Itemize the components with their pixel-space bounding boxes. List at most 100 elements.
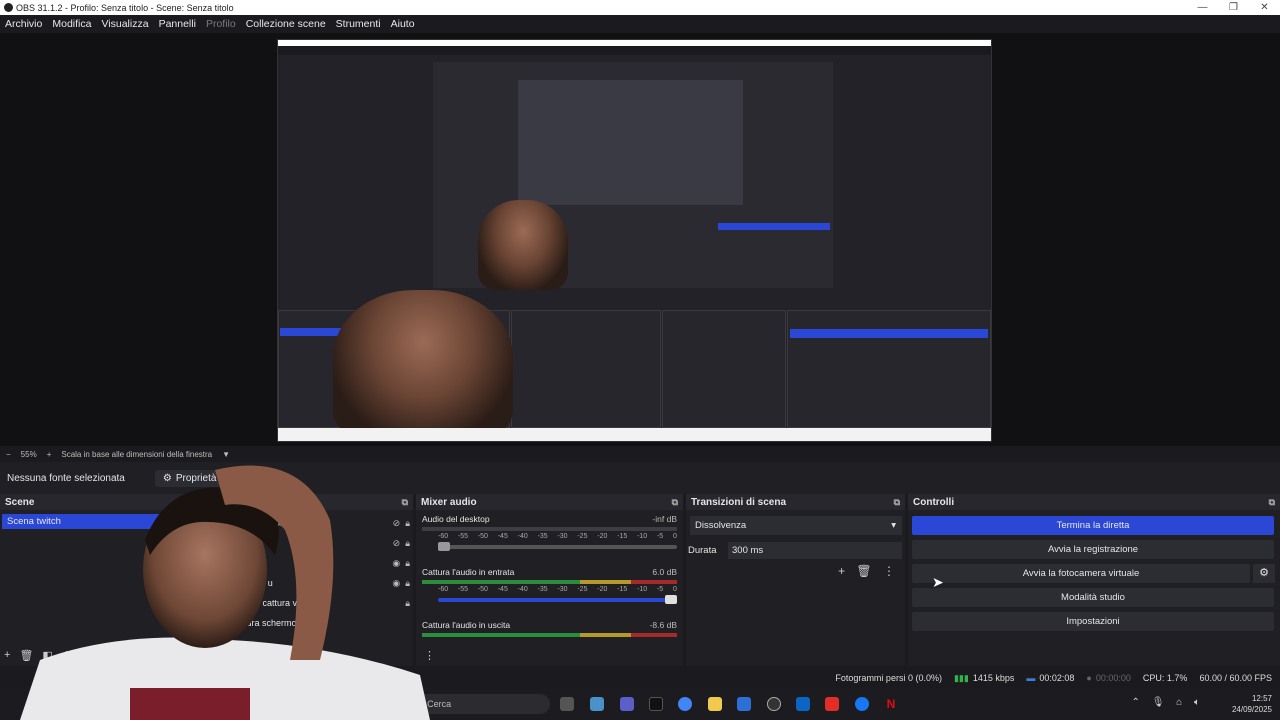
add-scene-icon[interactable]: + [4, 649, 10, 662]
lock-icon[interactable]: 🔒︎ [405, 558, 410, 568]
preview-nested-blue [718, 223, 830, 230]
search-placeholder: Cerca [427, 699, 452, 709]
tiktok-icon[interactable] [649, 697, 663, 711]
popout-icon[interactable]: ⧉ [1269, 497, 1275, 508]
task-view-icon[interactable] [560, 697, 574, 711]
network-icon[interactable]: ⌂ [1176, 697, 1182, 708]
popout-icon[interactable]: ⧉ [672, 497, 678, 508]
controls-dock-title: Controlli ⧉ [908, 494, 1280, 510]
transitions-dock-title: Transizioni di scena ⧉ [686, 494, 905, 510]
menu-aiuto[interactable]: Aiuto [391, 18, 415, 30]
obs-logo-icon [4, 3, 13, 12]
menu-profilo[interactable]: Profilo [206, 18, 236, 30]
start-virtual-camera-button[interactable]: Avvia la fotocamera virtuale [912, 564, 1250, 583]
minimize-button[interactable]: — [1187, 0, 1218, 15]
hidden-eye-icon[interactable]: ⊘ [393, 538, 401, 548]
eye-icon[interactable]: ◉ [392, 578, 400, 588]
source-row[interactable]: l'audio in u ◉ 🔒︎ [230, 574, 410, 592]
zoom-mode[interactable]: Scala in base alle dimensioni della fine… [61, 450, 212, 459]
lock-icon[interactable]: 🔒︎ [405, 538, 410, 548]
source-row[interactable]: onsorizzazione ⊘ 🔒︎ [230, 514, 410, 532]
start-recording-button[interactable]: Avvia la registrazione [912, 540, 1274, 559]
source-settings-icon[interactable]: ⚙ [245, 649, 255, 662]
stop-stream-button[interactable]: Termina la diretta [912, 516, 1274, 535]
channel-db: -8.6 dB [649, 620, 677, 630]
obs-taskbar-icon[interactable] [767, 697, 781, 711]
channel-name: Cattura l'audio in entrata [422, 567, 515, 577]
source-label: onsorizzazione [230, 518, 291, 528]
source-up-icon[interactable]: ⌃ [264, 649, 273, 662]
widgets-icon[interactable] [590, 697, 604, 711]
zoom-bar: − 55% + Scala in base alle dimensioni de… [0, 446, 1280, 462]
lock-icon[interactable]: 🔒︎ [405, 578, 410, 588]
taskbar-search[interactable]: ⌕ Cerca [408, 694, 550, 714]
source-row[interactable]: l'audio i ◉ 🔒︎ [230, 554, 410, 572]
source-row[interactable]: sitivo di cattura v 🔒︎ [230, 594, 410, 612]
youtube-icon[interactable] [825, 697, 839, 711]
teams-icon[interactable] [620, 697, 634, 711]
scene-item[interactable]: Scena twitch [2, 514, 172, 529]
stream-preview[interactable] [277, 39, 992, 442]
settings-button[interactable]: Impostazioni [912, 612, 1274, 631]
taskbar-clock[interactable]: 12:57 24/09/2025 [1232, 693, 1272, 715]
meter-ticks: -60 -55 -50 -45 -40 -35 -30 -25 -20 -15 -10 -5 0 [438, 533, 677, 540]
audio-meter [422, 580, 677, 584]
volume-icon[interactable]: 🔈︎ [1194, 697, 1200, 708]
menu-modifica[interactable]: Modifica [52, 18, 91, 30]
netflix-icon[interactable]: N [884, 697, 898, 711]
volume-knob[interactable] [665, 595, 677, 604]
transition-select[interactable]: Dissolvenza ▾ [690, 516, 902, 535]
filter-icon[interactable]: ◧ [42, 649, 52, 662]
volume-knob[interactable] [438, 542, 450, 551]
outlook-icon[interactable] [796, 697, 810, 711]
preview-ctrl-blue [790, 329, 988, 338]
mixer-toolbar: ⋮ [424, 649, 444, 662]
lock-icon[interactable]: 🔒︎ [405, 518, 410, 528]
menu-collezione-scene[interactable]: Collezione scene [246, 18, 326, 30]
hidden-eye-icon[interactable]: ⊘ [393, 518, 401, 528]
volume-slider[interactable] [438, 542, 677, 551]
studio-mode-button[interactable]: Modalità studio [912, 588, 1274, 607]
preview-nested-window-2 [518, 80, 743, 205]
remove-scene-icon[interactable]: 🗑︎ [19, 649, 33, 662]
zoom-minus-icon[interactable]: − [6, 450, 11, 459]
menu-pannelli[interactable]: Pannelli [159, 18, 196, 30]
scenes-title: Scene [5, 496, 35, 508]
preview-taskbar [278, 428, 991, 441]
source-row[interactable]: Cattura schermo [230, 614, 410, 632]
source-row[interactable]: o 2 ⊘ 🔒︎ [230, 534, 410, 552]
store-icon[interactable] [737, 697, 751, 711]
lock-icon[interactable]: 🔒︎ [405, 598, 410, 608]
popout-icon[interactable]: ⧉ [402, 497, 408, 508]
properties-button[interactable]: ⚙ Proprietà [154, 469, 225, 487]
transition-menu-icon[interactable]: ⋮ [883, 564, 895, 578]
file-explorer-icon[interactable] [708, 697, 722, 711]
virtual-camera-settings-icon[interactable]: ⚙ [1253, 564, 1275, 583]
maximize-button[interactable]: ❐ [1218, 0, 1249, 15]
close-button[interactable]: ✕ [1249, 0, 1280, 15]
menu-visualizza[interactable]: Visualizza [101, 18, 148, 30]
eye-icon[interactable]: ◉ [392, 558, 400, 568]
mixer-dock-title: Mixer audio ⧉ [416, 494, 683, 510]
microphone-icon[interactable]: 🎙︎ [1152, 697, 1165, 708]
chrome-icon[interactable] [678, 697, 692, 711]
status-bar: Fotogrammi persi 0 (0.0%) ▮▮▮ 1415 kbps … [0, 668, 1280, 688]
facebook-icon[interactable] [855, 697, 869, 711]
remove-source-icon[interactable]: 🗑︎ [222, 649, 236, 662]
zoom-dropdown-icon[interactable]: ▼ [222, 450, 230, 459]
popout-icon[interactable]: ⧉ [894, 497, 900, 508]
move-up-icon[interactable]: ⌃ [62, 649, 71, 662]
source-down-icon[interactable]: ⌄ [282, 649, 291, 662]
add-transition-icon[interactable]: + [838, 564, 845, 578]
chevron-up-icon[interactable]: ⌃ [1132, 697, 1140, 708]
remove-transition-icon[interactable]: 🗑︎ [856, 564, 871, 578]
menu-strumenti[interactable]: Strumenti [336, 18, 381, 30]
volume-slider[interactable] [438, 595, 677, 604]
fps: 60.00 / 60.00 FPS [1199, 673, 1272, 683]
zoom-plus-icon[interactable]: + [47, 450, 52, 459]
menu-archivio[interactable]: Archivio [5, 18, 42, 30]
preview-area[interactable] [0, 33, 1280, 446]
move-down-icon[interactable]: ⌄ [80, 649, 89, 662]
mixer-menu-icon[interactable]: ⋮ [424, 649, 435, 662]
duration-input[interactable]: 300 ms [728, 542, 902, 559]
